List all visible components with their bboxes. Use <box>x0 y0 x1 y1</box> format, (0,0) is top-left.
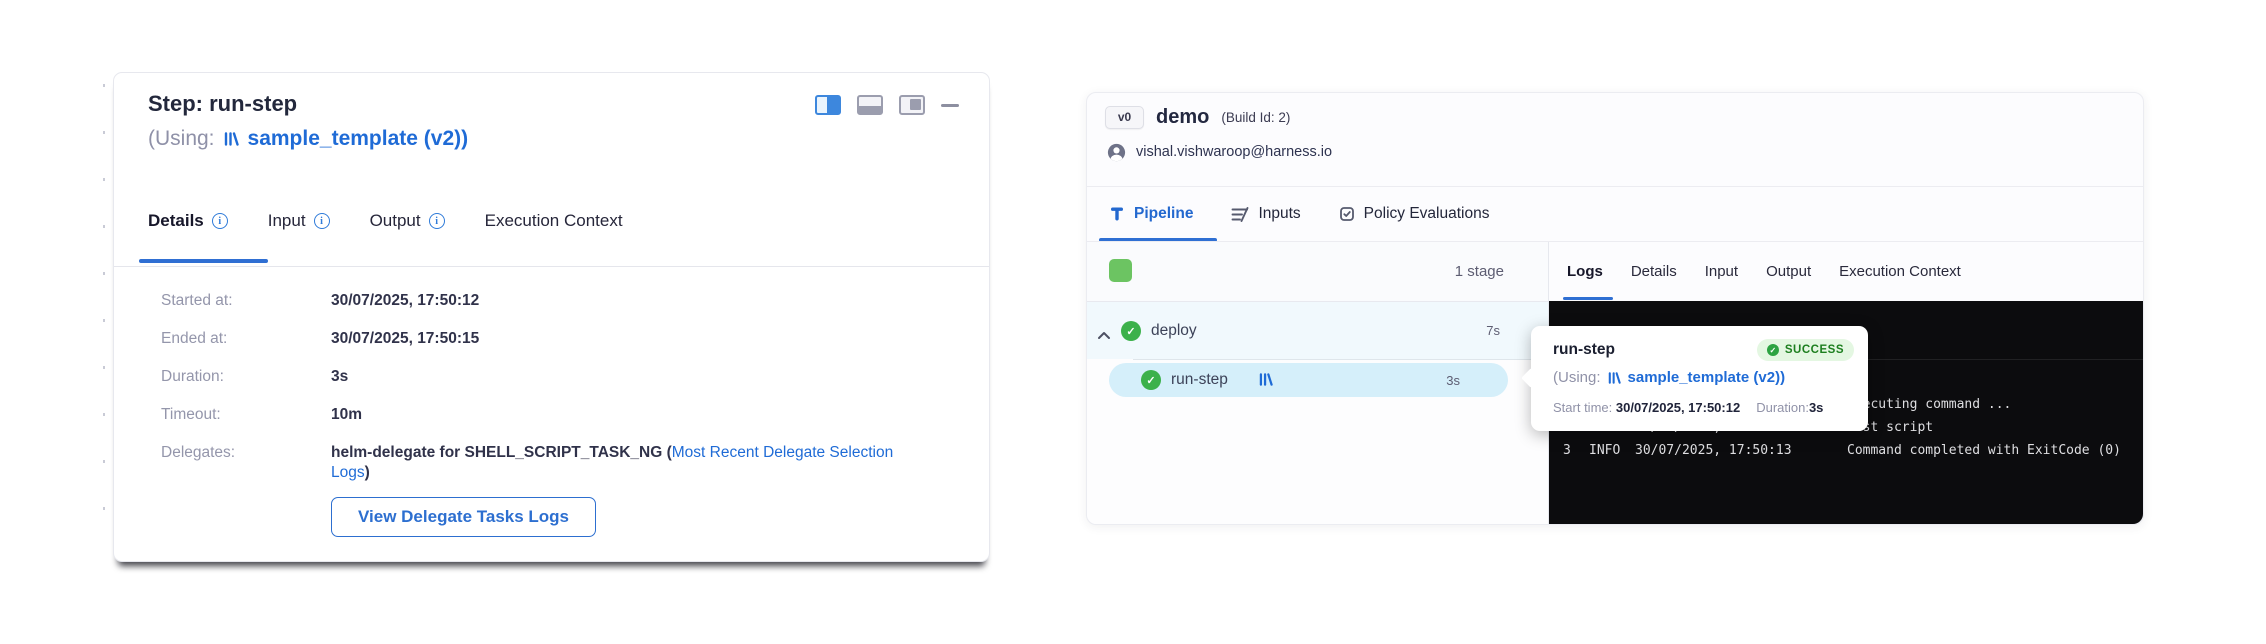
tooltip-time-line: Start time: 30/07/2025, 17:50:12 Duratio… <box>1553 400 1823 415</box>
tab-policy-evaluations[interactable]: Policy Evaluations <box>1339 205 1490 223</box>
minimize-icon[interactable] <box>941 104 959 107</box>
stage-duration: 7s <box>1486 323 1500 338</box>
stage-status-square <box>1109 259 1132 282</box>
trigger-user-row: vishal.vishwaroop@harness.io <box>1107 141 1332 163</box>
step-detail-tabs: Details i Input i Output i Execution Con… <box>148 211 623 231</box>
tab-execution-context[interactable]: Execution Context <box>485 211 623 231</box>
step-details-card: Step: run-step (Using: sample_template (… <box>113 72 990 562</box>
execution-header: v0 demo (Build Id: 2) <box>1105 101 1290 133</box>
tab-inputs[interactable]: Inputs <box>1231 205 1300 223</box>
log-line-3: 3 INFO 30/07/2025, 17:50:13 Command comp… <box>1563 439 2121 462</box>
template-icon <box>1608 372 1621 384</box>
build-id-label: (Build Id: 2) <box>1221 110 1290 125</box>
detail-row-delegates: Delegates: helm-delegate for SHELL_SCRIP… <box>161 443 951 483</box>
tab-logs[interactable]: Logs <box>1567 263 1603 280</box>
template-icon <box>224 132 239 146</box>
window-layout-controls <box>815 95 959 115</box>
inputs-icon <box>1231 207 1249 222</box>
template-link[interactable]: sample_template (v2)) <box>1628 369 1786 386</box>
info-icon[interactable]: i <box>429 213 445 229</box>
detail-row-ended: Ended at: 30/07/2025, 17:50:15 <box>161 329 951 349</box>
info-icon[interactable]: i <box>314 213 330 229</box>
using-prefix: (Using: <box>148 127 215 151</box>
status-badge: ✓ SUCCESS <box>1757 339 1854 361</box>
tabs-divider <box>114 266 989 267</box>
tab-details[interactable]: Details <box>1631 263 1677 280</box>
success-check-icon: ✓ <box>1141 370 1161 390</box>
tab-input[interactable]: Input <box>1705 263 1738 280</box>
screenshot-canvas: Step: run-step (Using: sample_template (… <box>0 0 2266 644</box>
active-tab-underline <box>1563 297 1613 300</box>
chevron-up-icon[interactable] <box>1097 327 1111 345</box>
tab-output[interactable]: Output i <box>370 211 445 231</box>
stage-name: deploy <box>1151 322 1197 340</box>
tooltip-using-line: (Using: sample_template (v2)) <box>1553 369 1785 386</box>
user-email: vishal.vishwaroop@harness.io <box>1136 144 1332 160</box>
step-list-divider <box>1133 359 1541 360</box>
execution-tabs: Pipeline Inputs Policy Evaluations <box>1109 187 1489 241</box>
pipeline-name: demo <box>1156 106 1209 129</box>
step-status-tooltip: run-step ✓ SUCCESS (Using: sample_templa… <box>1531 326 1868 431</box>
detail-row-started: Started at: 30/07/2025, 17:50:12 <box>161 291 951 311</box>
step-title: Step: run-step <box>148 91 297 117</box>
pipeline-icon <box>1109 206 1125 222</box>
tab-execution-context[interactable]: Execution Context <box>1839 263 1961 280</box>
pipeline-execution-panel: v0 demo (Build Id: 2) vishal.vishwaroop@… <box>1086 92 2144 525</box>
step-duration: 3s <box>1446 373 1460 388</box>
user-icon <box>1107 143 1126 162</box>
tab-input[interactable]: Input i <box>268 211 330 231</box>
log-tabs: Logs Details Input Output Execution Cont… <box>1567 242 1961 301</box>
tab-details[interactable]: Details i <box>148 211 228 231</box>
tab-pipeline[interactable]: Pipeline <box>1109 205 1193 223</box>
success-check-icon: ✓ <box>1767 344 1779 356</box>
stage-summary-bar: 1 stage <box>1087 242 1548 301</box>
panel-resize-rail[interactable] <box>103 84 105 554</box>
template-icon <box>1259 373 1273 391</box>
stage-row-deploy[interactable]: ✓ deploy 7s <box>1087 302 1548 359</box>
bottom-layout-icon[interactable] <box>857 95 883 115</box>
view-delegate-tasks-logs-button[interactable]: View Delegate Tasks Logs <box>331 497 596 537</box>
tab-output[interactable]: Output <box>1766 263 1811 280</box>
step-using-line: (Using: sample_template (v2)) <box>148 127 468 151</box>
split-left-layout-icon[interactable] <box>815 95 841 115</box>
info-icon[interactable]: i <box>212 213 228 229</box>
policy-shield-icon <box>1339 206 1355 222</box>
step-row-run-step[interactable]: ✓ run-step 3s <box>1109 363 1508 397</box>
stage-count: 1 stage <box>1455 263 1504 280</box>
step-name: run-step <box>1171 371 1228 389</box>
right-layout-icon[interactable] <box>899 95 925 115</box>
active-tab-underline <box>139 259 268 263</box>
template-link[interactable]: sample_template (v2)) <box>248 127 469 151</box>
stage-tree-panel: 1 stage ✓ deploy 7s ✓ run-step 3s <box>1087 242 1549 524</box>
detail-row-duration: Duration: 3s <box>161 367 951 387</box>
detail-row-timeout: Timeout: 10m <box>161 405 951 425</box>
tooltip-step-name: run-step <box>1553 341 1615 359</box>
version-badge: v0 <box>1105 106 1144 129</box>
step-detail-rows: Started at: 30/07/2025, 17:50:12 Ended a… <box>161 291 951 501</box>
success-check-icon: ✓ <box>1121 321 1141 341</box>
